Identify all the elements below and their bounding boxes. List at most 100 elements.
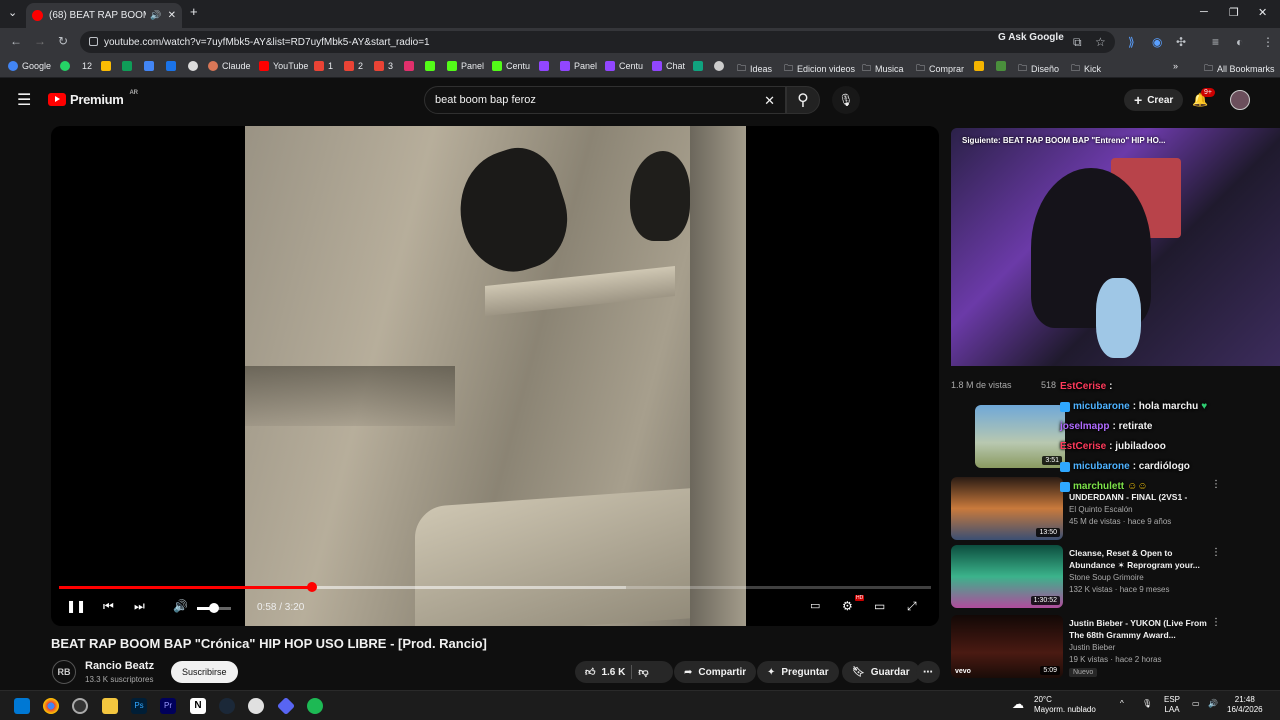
video-frame[interactable]	[245, 126, 746, 626]
notifications-button[interactable]: 🔔 9+	[1192, 88, 1215, 108]
bookmark-ext-4[interactable]	[996, 61, 1006, 71]
bookmarks-overflow-icon[interactable]: »	[1173, 61, 1178, 71]
clock[interactable]: 21:48 16/4/2026	[1227, 695, 1263, 715]
windows-start-icon[interactable]	[14, 698, 30, 714]
bookmark-gmail-1[interactable]: 1	[314, 61, 333, 71]
bookmark-kick[interactable]	[425, 61, 435, 71]
bookmark-folder-kick[interactable]: 🗀 Kick	[1071, 61, 1101, 77]
recommendation-thumbnail[interactable]: 3:51	[975, 405, 1065, 468]
recommendation-item[interactable]: vevo 5:09 Justin Bieber - YUKON (Live Fr…	[951, 615, 1280, 679]
more-options-icon[interactable]: ⋮	[1211, 547, 1221, 558]
all-bookmarks[interactable]: 🗀 All Bookmarks	[1204, 61, 1275, 77]
menu-hamburger-icon[interactable]: ☰	[17, 90, 31, 110]
network-icon[interactable]: ▭	[1192, 699, 1200, 709]
search-input[interactable]: beat boom bap feroz ✕	[424, 86, 786, 114]
app-taskbar-icon-2[interactable]	[276, 696, 296, 716]
cast-icon[interactable]: ⧉	[1073, 35, 1082, 50]
more-options-icon[interactable]: ⋮	[1211, 479, 1221, 490]
forward-icon[interactable]: →	[34, 34, 46, 48]
bookmark-folder-comprar[interactable]: 🗀 Comprar	[916, 61, 964, 77]
minimize-icon[interactable]: ─	[1200, 6, 1208, 18]
bookmark-drive[interactable]	[101, 61, 111, 71]
bookmark-sheets[interactable]	[122, 61, 132, 71]
bookmark-gmail-3[interactable]: 3	[374, 61, 393, 71]
volume-slider[interactable]	[197, 603, 231, 613]
weather-icon[interactable]: ☁	[1012, 698, 1024, 710]
fullscreen-icon[interactable]: ⤢	[907, 599, 917, 614]
steam-icon[interactable]	[219, 698, 235, 714]
channel-avatar[interactable]: RB	[52, 660, 76, 684]
progress-bar[interactable]	[59, 582, 931, 592]
up-next-label[interactable]: Siguiente: BEAT RAP BOOM BAP "Entreno" H…	[962, 136, 1165, 145]
back-icon[interactable]: ←	[10, 34, 22, 48]
bookmark-folder-diseno[interactable]: 🗀 Diseño	[1018, 61, 1059, 77]
previous-icon[interactable]: ⏮	[103, 599, 114, 614]
youtube-premium-logo[interactable]: Premium AR	[48, 90, 138, 107]
clear-search-icon[interactable]: ✕	[764, 93, 775, 109]
dislike-button[interactable]: 👎︎	[638, 666, 648, 678]
chrome-menu-icon[interactable]: ⋮	[1262, 35, 1274, 49]
bookmark-whatsapp[interactable]	[60, 61, 70, 71]
notion-icon[interactable]: N	[190, 698, 206, 714]
chrome-taskbar-icon[interactable]	[43, 698, 59, 714]
create-button[interactable]: + Crear	[1124, 89, 1184, 111]
account-avatar[interactable]	[1230, 90, 1250, 110]
more-actions-button[interactable]: ⋯	[916, 661, 940, 683]
recommendation-title[interactable]: UNDERDANN - FINAL (2VS1 -	[1069, 491, 1209, 503]
address-bar[interactable]: youtube.com/watch?v=7uyfMbk5-AY&list=RD7…	[80, 31, 1115, 53]
recommendation-item[interactable]: 3:51	[951, 405, 1280, 469]
theater-mode-icon[interactable]: ▭	[874, 599, 885, 613]
bookmark-claude[interactable]: Claude	[208, 61, 251, 71]
bookmark-centu-1[interactable]: Centu	[492, 61, 530, 71]
bookmark-ext-2[interactable]	[714, 61, 724, 71]
extension-icon[interactable]: ⟫	[1128, 35, 1135, 49]
volume-knob[interactable]	[209, 603, 219, 613]
tray-overflow-icon[interactable]: ^	[1120, 699, 1124, 709]
bookmark-youtube[interactable]: YouTube	[259, 61, 308, 71]
next-icon[interactable]: ⏭	[134, 599, 145, 614]
save-button[interactable]: 🔖︎ Guardar	[842, 661, 920, 683]
bookmark-folder-edicion[interactable]: 🗀 Edicion videos	[784, 61, 855, 77]
subscribe-button[interactable]: Suscribirse	[171, 661, 238, 683]
search-button[interactable]: ⚲	[786, 86, 820, 114]
bookmark-panel-2[interactable]: Panel	[560, 61, 597, 71]
tab-close-icon[interactable]: ✕	[168, 10, 176, 21]
recommendation-thumbnail[interactable]: 13:50	[951, 477, 1063, 540]
bookmark-gmail-2[interactable]: 2	[344, 61, 363, 71]
extension-2-icon[interactable]: ◉	[1152, 35, 1162, 49]
recommendation-item[interactable]: 1:30:52 Cleanse, Reset & Open to Abundan…	[951, 545, 1280, 609]
pause-icon[interactable]: ❚❚	[66, 599, 86, 613]
profile-icon[interactable]: ◐	[1236, 35, 1243, 49]
recommendation-title[interactable]: Justin Bieber - YUKON (Live From The 68t…	[1069, 617, 1209, 641]
bookmark-calendar[interactable]	[166, 61, 176, 71]
more-options-icon[interactable]: ⋮	[1211, 617, 1221, 628]
settings-gear-icon[interactable]: ⚙	[842, 599, 853, 613]
bookmark-google[interactable]: Google	[8, 61, 51, 71]
obs-taskbar-icon[interactable]	[72, 698, 88, 714]
bookmark-twitch[interactable]	[539, 61, 549, 71]
bookmark-folder-musica[interactable]: 🗀 Musica	[862, 61, 904, 77]
bookmark-ext-3[interactable]	[974, 61, 984, 71]
bookmark-instagram[interactable]	[404, 61, 414, 71]
recommendation-thumbnail[interactable]: 1:30:52	[951, 545, 1063, 608]
ask-google-button[interactable]: G Ask Google	[998, 32, 1064, 43]
new-tab-button[interactable]: +	[190, 4, 198, 19]
bookmark-openai[interactable]	[188, 61, 198, 71]
voice-search-button[interactable]: 🎙	[832, 86, 860, 114]
subtitles-icon[interactable]: ▭	[810, 599, 820, 612]
site-info-icon[interactable]	[89, 37, 98, 46]
bookmark-panel-1[interactable]: Panel	[447, 61, 484, 71]
speaker-icon[interactable]: 🔊	[1208, 699, 1218, 709]
channel-name[interactable]: Rancio Beatz	[85, 660, 154, 672]
video-player[interactable]: ❚❚ ⏮ ⏭ 🔊 0:58 / 3:20 ▭ ⚙ HD ▭ ⤢	[51, 126, 939, 626]
photoshop-icon[interactable]: Ps	[131, 698, 147, 714]
bookmark-12[interactable]: 12	[82, 61, 92, 71]
window-close-icon[interactable]: ✕	[1258, 6, 1267, 19]
recommendation-title[interactable]: Cleanse, Reset & Open to Abundance ✶ Rep…	[1069, 547, 1209, 571]
bookmark-star-icon[interactable]: ☆	[1095, 35, 1106, 49]
bookmark-ext-1[interactable]	[693, 61, 703, 71]
ask-button[interactable]: ✦ Preguntar	[757, 661, 839, 683]
volume-icon[interactable]: 🔊	[173, 599, 188, 613]
extensions-puzzle-icon[interactable]: ✣	[1176, 35, 1186, 49]
tab-search-icon[interactable]: ⌄	[8, 6, 17, 19]
